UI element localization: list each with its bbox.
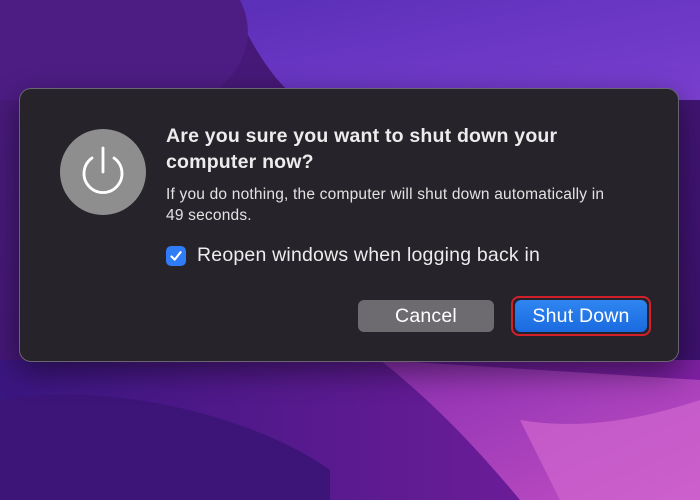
dialog-message: If you do nothing, the computer will shu…	[166, 186, 605, 224]
dialog-title: Are you sure you want to shut down your …	[166, 125, 558, 173]
cancel-button[interactable]: Cancel	[358, 300, 494, 332]
checkmark-icon	[170, 250, 182, 261]
shutdown-dialog: Are you sure you want to shut down your …	[19, 88, 679, 362]
reopen-windows-label: Reopen windows when logging back in	[197, 244, 541, 266]
shut-down-button[interactable]: Shut Down	[515, 300, 647, 332]
reopen-windows-checkbox-row[interactable]: Reopen windows when logging back in	[166, 244, 540, 267]
power-icon	[60, 129, 146, 215]
reopen-windows-checkbox[interactable]	[166, 245, 186, 266]
